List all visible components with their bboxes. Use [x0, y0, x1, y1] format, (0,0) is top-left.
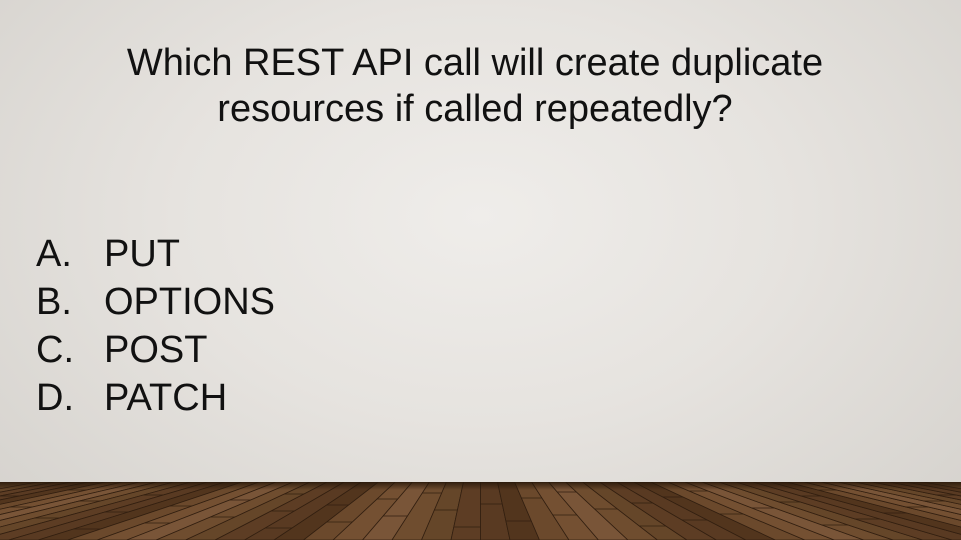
answer-option-a: A. PUT [36, 230, 275, 278]
answer-option-c: C. POST [36, 326, 275, 374]
wood-planks-graphic [0, 482, 961, 540]
answer-letter: D. [36, 377, 74, 419]
answer-option-b: B. OPTIONS [36, 278, 275, 326]
answer-letter: B. [36, 281, 72, 323]
answer-option-d: D. PATCH [36, 374, 275, 422]
answer-list: A. PUT B. OPTIONS C. POST D. PATCH [36, 230, 275, 422]
floor-shade [0, 482, 961, 540]
answer-letter: C. [36, 329, 74, 371]
answer-letter: A. [36, 233, 72, 275]
answer-text: PATCH [104, 377, 228, 419]
floor-shadow [0, 482, 961, 490]
wood-floor-decoration [0, 482, 961, 540]
answer-text: POST [104, 329, 208, 371]
question-title: Which REST API call will create duplicat… [126, 42, 824, 130]
answer-text: PUT [104, 233, 180, 275]
answer-text: OPTIONS [104, 281, 276, 323]
slide: Which REST API call will create duplicat… [0, 0, 961, 540]
